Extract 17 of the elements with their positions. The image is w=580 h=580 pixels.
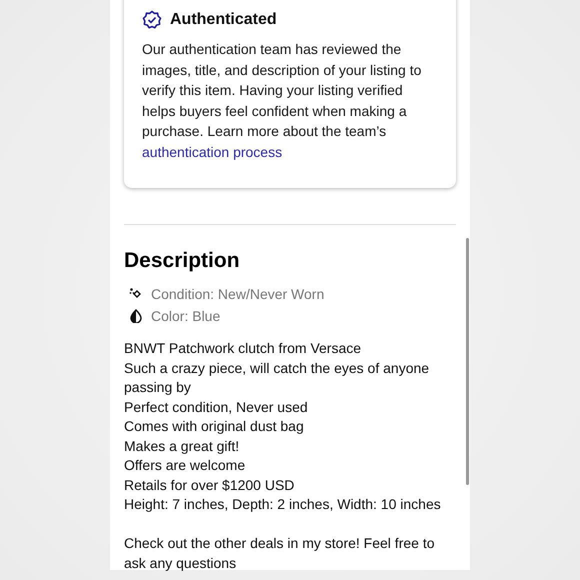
description-line: Makes a great gift! (124, 436, 240, 456)
description-line: BNWT Patchwork clutch from Versace (124, 339, 362, 358)
authentication-text: Our authentication team has reviewed the images, title, and description of your listing to verify this item. Having your listing verified helps buyers feel confident when making a purchase. Learn more about the team’s authentication process (142, 40, 422, 162)
contrast-icon (129, 309, 143, 323)
description-line: Check out the other deals in my store! Feel free to ask any questions (124, 534, 436, 573)
section-heading: Description (124, 249, 241, 273)
attribute-text: Color: Blue (151, 308, 220, 324)
attribute-text: Condition: New/Never Worn (151, 286, 324, 302)
description-line: Offers are welcome (124, 456, 246, 475)
card-title: Authenticated (170, 11, 277, 29)
description-line: Comes with original dust bag (124, 417, 305, 436)
authentication-process-link[interactable]: authentication process (142, 144, 282, 160)
description-line: Perfect condition, Never used (124, 398, 309, 416)
description-line: Retails for over $1200 USD (124, 476, 296, 494)
verified-badge-icon (142, 10, 162, 30)
description-line: Height: 7 inches, Depth: 2 inches, Width: 10 inches (124, 495, 442, 514)
description-line: Such a crazy piece, will catch the eyes of anyone passing by (124, 358, 430, 397)
